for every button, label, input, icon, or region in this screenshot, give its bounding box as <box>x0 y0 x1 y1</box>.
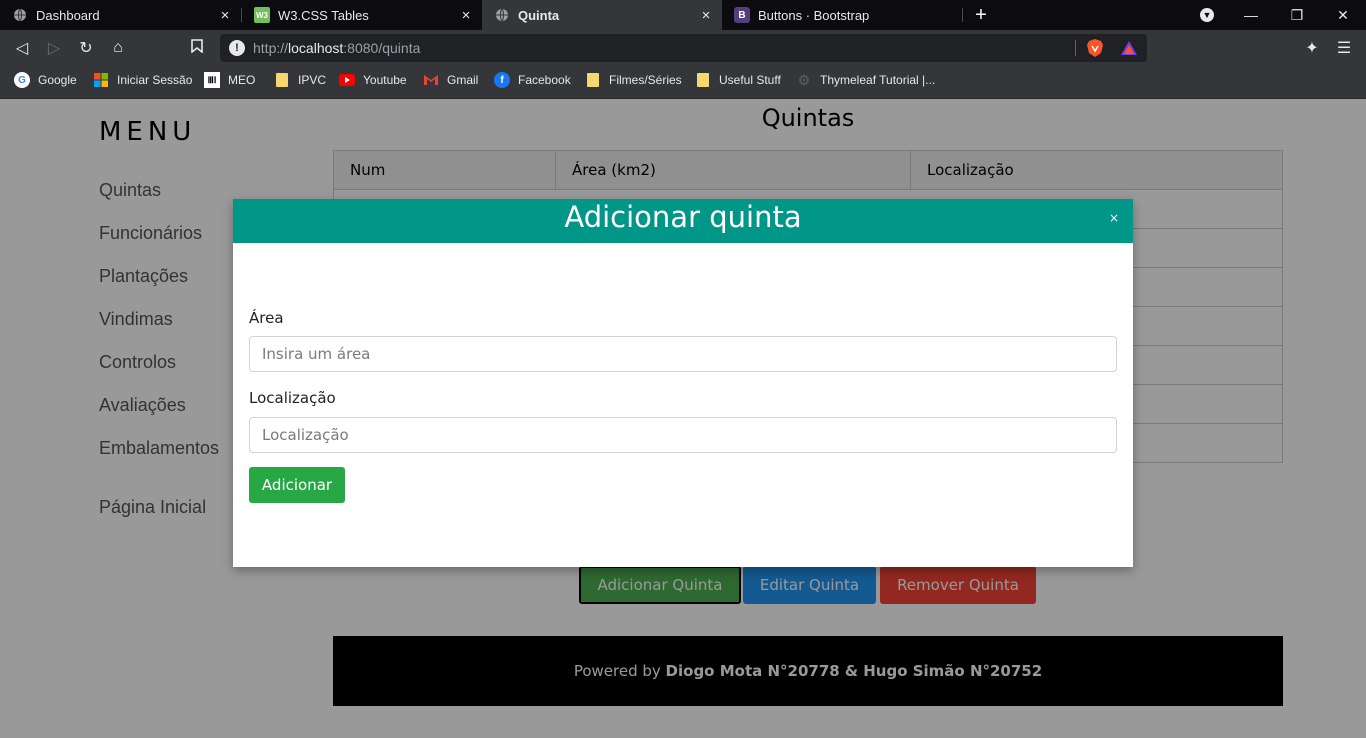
back-button[interactable]: ◁ <box>10 36 34 60</box>
meo-icon: ⅢⅠ <box>204 72 220 88</box>
bookmark-facebook[interactable]: f Facebook <box>494 70 571 90</box>
close-window-button[interactable]: ✕ <box>1320 0 1366 30</box>
microsoft-icon <box>93 72 109 88</box>
folder-icon <box>274 72 290 88</box>
close-icon[interactable]: × <box>217 7 233 24</box>
restore-icon: ❐ <box>1290 6 1304 23</box>
bookmark-label: Youtube <box>363 73 407 87</box>
rewards-icon[interactable] <box>1120 39 1138 57</box>
tab-search-button[interactable]: ▼ <box>1184 0 1230 30</box>
bookmark-label: Iniciar Sessão <box>117 73 193 87</box>
add-quinta-modal: Adicionar quinta × Área Localização Adic… <box>233 199 1133 567</box>
close-icon: ✕ <box>1337 6 1349 23</box>
bootstrap-icon: B <box>734 7 750 23</box>
globe-icon <box>12 7 28 23</box>
tab-dashboard[interactable]: Dashboard × <box>0 0 241 30</box>
tab-divider <box>962 8 963 22</box>
back-icon: ◁ <box>15 40 29 57</box>
folder-icon <box>695 72 711 88</box>
bookmark-label: Gmail <box>447 73 479 87</box>
home-button[interactable]: ⌂ <box>106 36 130 60</box>
close-icon[interactable]: × <box>1109 211 1119 225</box>
modal-title: Adicionar quinta <box>564 200 802 234</box>
home-icon: ⌂ <box>113 39 123 56</box>
adicionar-button[interactable]: Adicionar <box>249 467 345 503</box>
forward-button[interactable]: ▷ <box>42 36 66 60</box>
bookmark-meo[interactable]: ⅢⅠ MEO <box>204 70 255 90</box>
bookmark-icon <box>191 38 203 58</box>
tab-bootstrap-buttons[interactable]: B Buttons · Bootstrap <box>722 0 962 30</box>
bookmark-label: Useful Stuff <box>719 73 781 87</box>
facebook-icon: f <box>494 72 510 88</box>
minimize-button[interactable]: — <box>1228 0 1274 30</box>
close-icon[interactable]: × <box>458 7 474 24</box>
globe-icon <box>494 7 510 23</box>
tab-quinta[interactable]: Quinta × <box>482 0 722 30</box>
bookmark-label: Facebook <box>518 73 571 87</box>
gear-icon: ⚙ <box>797 71 811 88</box>
bookmark-ipvc[interactable]: IPVC <box>274 70 326 90</box>
restore-button[interactable]: ❐ <box>1274 0 1320 30</box>
forward-icon: ▷ <box>47 40 61 57</box>
omnibox-divider <box>1075 40 1076 56</box>
youtube-icon <box>339 72 355 88</box>
minimize-icon: — <box>1244 7 1258 23</box>
localizacao-input[interactable] <box>249 417 1117 453</box>
area-label: Área <box>249 309 284 327</box>
tab-title: Dashboard <box>36 7 100 23</box>
chevron-down-icon: ▼ <box>1200 8 1214 22</box>
area-input[interactable] <box>249 336 1117 372</box>
bookmark-label: Filmes/Séries <box>609 73 682 87</box>
google-icon: G <box>14 72 30 88</box>
url-path: :8080/quinta <box>343 40 421 56</box>
bookmark-useful-stuff[interactable]: Useful Stuff <box>695 70 781 90</box>
bookmark-thymeleaf[interactable]: ⚙ Thymeleaf Tutorial |... <box>796 70 935 90</box>
bookmark-label: IPVC <box>298 73 327 87</box>
close-icon[interactable]: × <box>698 7 714 24</box>
w3-icon: W3 <box>254 7 270 23</box>
reload-icon: ↻ <box>79 40 93 57</box>
url-scheme: http:// <box>253 40 289 56</box>
extensions-icon[interactable]: ✦ <box>1302 38 1322 58</box>
brave-shields-icon[interactable] <box>1086 38 1104 58</box>
url-text[interactable]: http://localhost:8080/quinta <box>253 40 420 56</box>
bookmark-gmail[interactable]: Gmail <box>423 70 478 90</box>
bookmark-button[interactable] <box>185 36 209 60</box>
tab-title: Buttons · Bootstrap <box>758 7 870 23</box>
tab-title: W3.CSS Tables <box>278 7 369 23</box>
bookmark-iniciar-sessao[interactable]: Iniciar Sessão <box>93 70 192 90</box>
localizacao-label: Localização <box>249 389 336 407</box>
bookmark-filmes-series[interactable]: Filmes/Séries <box>585 70 682 90</box>
modal-header: Adicionar quinta × <box>233 199 1133 243</box>
bookmark-label: MEO <box>228 73 256 87</box>
url-host: localhost <box>288 40 344 56</box>
folder-icon <box>585 72 601 88</box>
bookmark-google[interactable]: G Google <box>14 70 77 90</box>
bookmark-label: Google <box>38 73 77 87</box>
bookmark-label: Thymeleaf Tutorial |... <box>820 73 936 87</box>
bookmark-youtube[interactable]: Youtube <box>339 70 407 90</box>
menu-icon[interactable]: ☰ <box>1334 38 1354 58</box>
tab-title: Quinta <box>518 7 560 23</box>
new-tab-button[interactable]: + <box>970 0 992 30</box>
info-icon[interactable]: ! <box>229 40 245 56</box>
gmail-icon <box>423 72 439 88</box>
tab-w3css-tables[interactable]: W3 W3.CSS Tables × <box>242 0 482 30</box>
reload-button[interactable]: ↻ <box>74 36 98 60</box>
